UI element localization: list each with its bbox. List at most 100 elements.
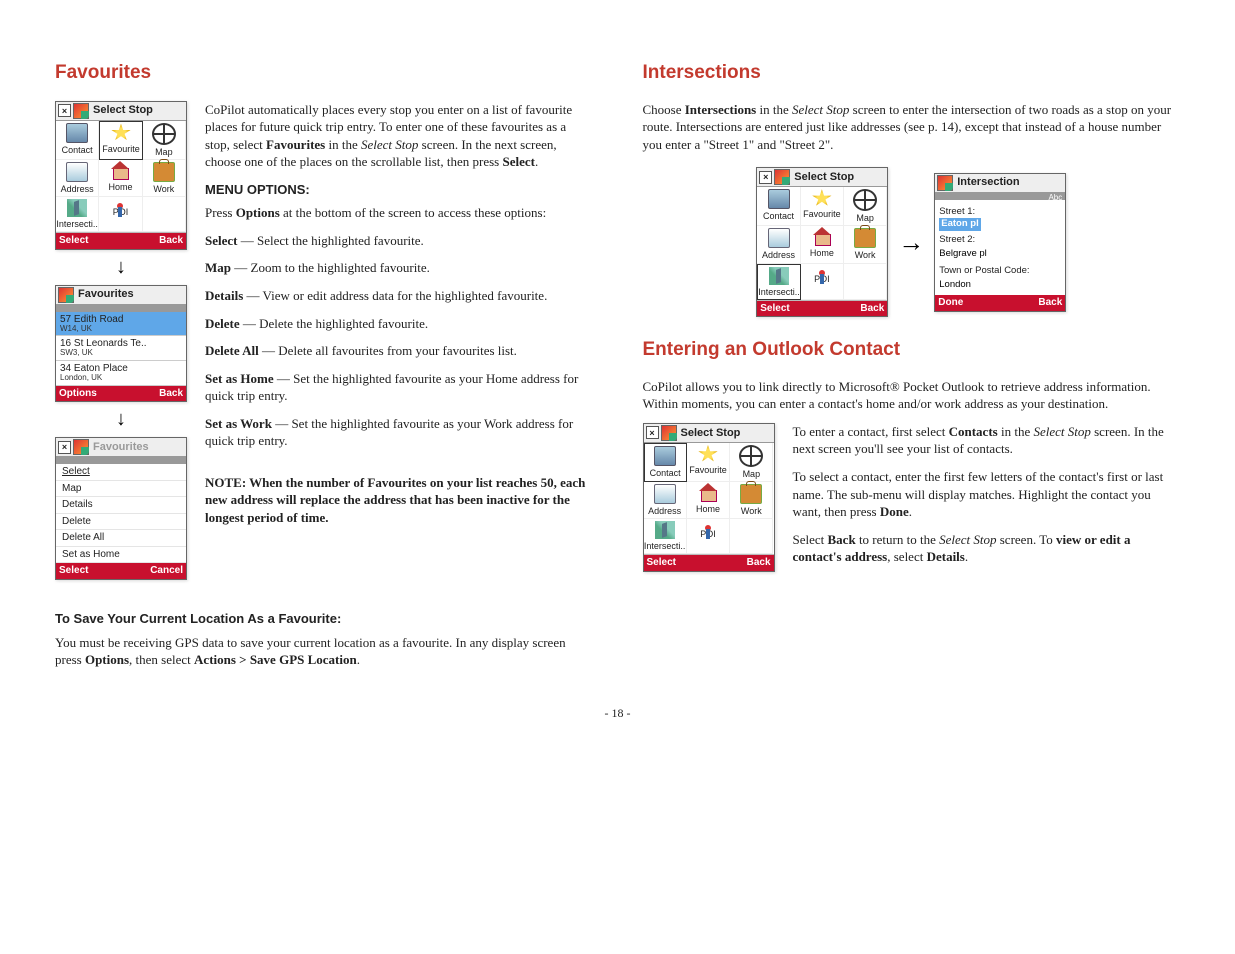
cell-intersections[interactable]: Intersecti.. bbox=[757, 264, 801, 300]
cell-empty bbox=[844, 264, 887, 300]
arrow-down-icon: ↓ bbox=[116, 406, 126, 433]
intersection-icon bbox=[67, 199, 87, 217]
screen-select-stop: × Select Stop Contact Favourite Map Addr… bbox=[643, 423, 775, 572]
softkey-select[interactable]: Select bbox=[59, 564, 88, 578]
intersection-icon bbox=[769, 267, 789, 285]
close-icon[interactable]: × bbox=[759, 171, 772, 184]
cell-empty bbox=[143, 197, 186, 232]
list-item[interactable]: 57 Edith Road W14, UK bbox=[56, 312, 186, 337]
softkey-bar: Done Back bbox=[935, 295, 1065, 311]
softkey-select[interactable]: Select bbox=[59, 234, 88, 248]
cell-work[interactable]: Work bbox=[844, 226, 887, 263]
app-logo-icon bbox=[73, 439, 89, 455]
screen-title: Select Stop bbox=[794, 170, 854, 185]
cell-address[interactable]: Address bbox=[644, 482, 687, 519]
menu-item-delete[interactable]: Delete bbox=[56, 514, 186, 531]
contact-p1: To enter a contact, first select Contact… bbox=[793, 423, 1181, 458]
star-icon bbox=[812, 189, 832, 207]
softkey-select[interactable]: Select bbox=[647, 556, 676, 570]
app-logo-icon bbox=[774, 169, 790, 185]
softkey-back[interactable]: Back bbox=[860, 302, 884, 316]
cell-home[interactable]: Home bbox=[801, 226, 844, 263]
softkey-options[interactable]: Options bbox=[59, 387, 97, 401]
softkey-done[interactable]: Done bbox=[938, 296, 963, 310]
menu-item-map[interactable]: Map bbox=[56, 481, 186, 498]
cell-address[interactable]: Address bbox=[56, 160, 99, 197]
app-logo-icon bbox=[937, 175, 953, 191]
intersections-heading: Intersections bbox=[643, 60, 1181, 86]
list-item[interactable]: 34 Eaton Place London, UK bbox=[56, 361, 186, 386]
close-icon[interactable]: × bbox=[646, 426, 659, 439]
cell-poi[interactable]: POI bbox=[801, 264, 844, 300]
softkey-select[interactable]: Select bbox=[760, 302, 789, 316]
work-icon bbox=[854, 228, 876, 248]
street2-field[interactable]: Belgrave pl bbox=[939, 247, 1061, 262]
list-item[interactable]: 16 St Leonards Te.. SW3, UK bbox=[56, 336, 186, 361]
opt-delete: Delete — Delete the highlighted favourit… bbox=[205, 315, 593, 333]
softkey-back[interactable]: Back bbox=[159, 387, 183, 401]
map-icon bbox=[739, 445, 763, 467]
cell-intersections[interactable]: Intersecti.. bbox=[56, 197, 99, 232]
close-icon[interactable]: × bbox=[58, 104, 71, 117]
cell-poi[interactable]: POI bbox=[687, 519, 730, 554]
cell-poi[interactable]: POI bbox=[99, 197, 142, 232]
opt-set-home: Set as Home — Set the highlighted favour… bbox=[205, 370, 593, 405]
left-column: Favourites × Select Stop Contact Favouri… bbox=[55, 50, 593, 679]
menu-item-set-home[interactable]: Set as Home bbox=[56, 547, 186, 564]
menu-item-delete-all[interactable]: Delete All bbox=[56, 530, 186, 547]
cell-contact[interactable]: Contact bbox=[757, 187, 801, 226]
outlook-text: To enter a contact, first select Contact… bbox=[793, 423, 1181, 576]
cell-contact[interactable]: Contact bbox=[644, 443, 687, 482]
contact-icon bbox=[66, 123, 88, 143]
cell-address[interactable]: Address bbox=[757, 226, 801, 263]
menu-item-details[interactable]: Details bbox=[56, 497, 186, 514]
softkey-cancel[interactable]: Cancel bbox=[150, 564, 183, 578]
cell-favourite[interactable]: Favourite bbox=[801, 187, 844, 226]
cell-map[interactable]: Map bbox=[143, 121, 186, 160]
intro-paragraph: CoPilot automatically places every stop … bbox=[205, 101, 593, 171]
home-icon bbox=[812, 228, 832, 246]
menu-item-select[interactable]: Select bbox=[56, 464, 186, 481]
address-icon bbox=[66, 162, 88, 182]
intersection-icon bbox=[655, 521, 675, 539]
cell-map[interactable]: Map bbox=[730, 443, 773, 482]
screen-select-stop: × Select Stop Contact Favourite Map Addr… bbox=[756, 167, 888, 317]
save-location-body: You must be receiving GPS data to save y… bbox=[55, 634, 593, 669]
softkey-back[interactable]: Back bbox=[159, 234, 183, 248]
street2-label: Street 2: bbox=[939, 234, 1061, 247]
cell-favourite[interactable]: Favourite bbox=[99, 121, 142, 160]
menu-options-heading: MENU OPTIONS: bbox=[205, 181, 593, 199]
cell-home[interactable]: Home bbox=[99, 160, 142, 197]
screen-favourites-list: Favourites 57 Edith Road W14, UK 16 St L… bbox=[55, 285, 187, 403]
map-icon bbox=[853, 189, 877, 211]
cell-empty bbox=[730, 519, 773, 554]
poi-icon bbox=[819, 270, 825, 276]
cell-map[interactable]: Map bbox=[844, 187, 887, 226]
cell-work[interactable]: Work bbox=[730, 482, 773, 519]
cell-intersections[interactable]: Intersecti.. bbox=[644, 519, 687, 554]
opt-details: Details — View or edit address data for … bbox=[205, 287, 593, 305]
star-icon bbox=[698, 445, 718, 463]
cell-contact[interactable]: Contact bbox=[56, 121, 99, 160]
fav-line2: W14, UK bbox=[60, 325, 182, 334]
cell-favourite[interactable]: Favourite bbox=[687, 443, 730, 482]
street1-field[interactable]: Eaton pl bbox=[939, 218, 980, 231]
home-icon bbox=[110, 162, 130, 180]
map-icon bbox=[152, 123, 176, 145]
softkey-back[interactable]: Back bbox=[1038, 296, 1062, 310]
cell-home[interactable]: Home bbox=[687, 482, 730, 519]
screen-select-stop: × Select Stop Contact Favourite Map Addr… bbox=[55, 101, 187, 250]
screen-intersection-form: Intersection Abc Street 1: Eaton pl Stre… bbox=[934, 173, 1066, 312]
right-column: Intersections Choose Intersections in th… bbox=[643, 50, 1181, 679]
favourites-text: CoPilot automatically places every stop … bbox=[205, 101, 593, 537]
address-icon bbox=[654, 484, 676, 504]
softkey-bar: Select Back bbox=[644, 555, 774, 571]
contact-icon bbox=[768, 189, 790, 209]
arrow-right-icon: → bbox=[898, 225, 924, 260]
app-logo-icon bbox=[73, 103, 89, 119]
close-icon[interactable]: × bbox=[58, 441, 71, 454]
softkey-back[interactable]: Back bbox=[747, 556, 771, 570]
town-field[interactable]: London bbox=[939, 278, 1061, 293]
screen-title: Favourites bbox=[93, 440, 149, 455]
cell-work[interactable]: Work bbox=[143, 160, 186, 197]
